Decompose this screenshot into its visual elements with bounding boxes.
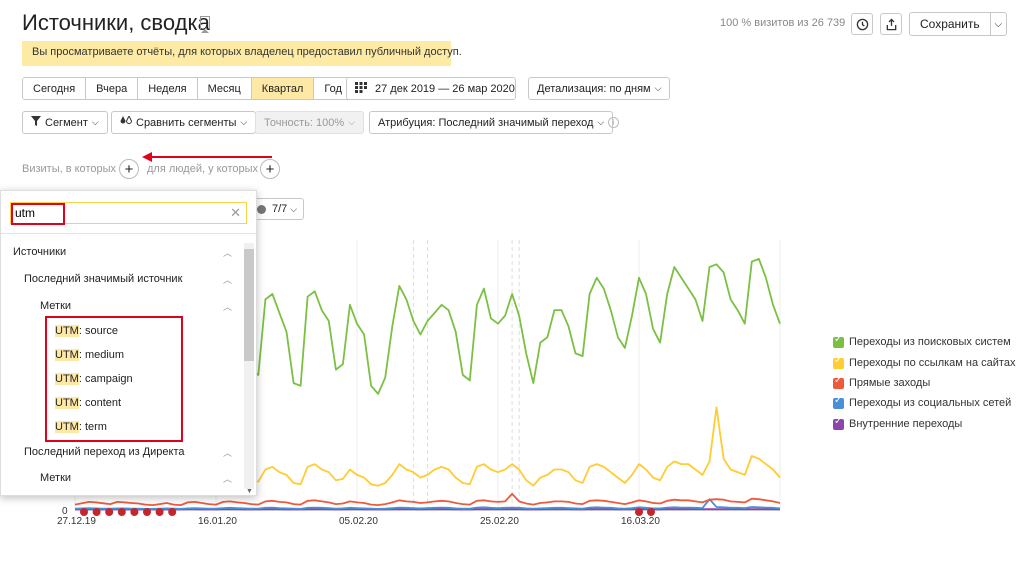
clock-icon[interactable]: [851, 13, 873, 35]
x-tick-label: 27.12.19: [57, 516, 96, 527]
save-button[interactable]: Сохранить ⌵: [909, 12, 1007, 36]
tree-item-direct-last[interactable]: Последний переход из Директа: [24, 446, 185, 458]
compare-segments-button[interactable]: Сравнить сегменты ⌵: [111, 111, 257, 134]
date-range-button[interactable]: 27 дек 2019 — 26 мар 2020: [346, 77, 516, 100]
compare-label: Сравнить сегменты: [136, 116, 237, 129]
tree-item-tags-direct[interactable]: Метки: [40, 472, 71, 484]
scrollbar-thumb[interactable]: [244, 249, 254, 361]
legend-item-direct[interactable]: Прямые заходы: [833, 375, 931, 389]
page-title: Источники, сводка: [22, 10, 210, 35]
tree-item-tags[interactable]: Метки: [40, 300, 71, 312]
chevron-down-icon: ⌵: [240, 117, 248, 127]
clear-icon[interactable]: ✕: [230, 205, 241, 221]
attribution-label: Атрибуция: Последний значимый переход: [378, 116, 594, 129]
bookmark-icon[interactable]: [200, 16, 210, 33]
legend-label: Переходы из социальных сетей: [849, 397, 1012, 409]
attribution-select[interactable]: Атрибуция: Последний значимый переход ⌵: [369, 111, 614, 134]
chevron-down-icon: ⌵: [348, 117, 356, 127]
chevron-up-icon[interactable]: ︿: [223, 472, 232, 485]
filter-icon: [31, 116, 41, 129]
segment-label: Сегмент: [45, 116, 88, 129]
event-marker: [143, 508, 151, 516]
legend-label: Прямые заходы: [849, 377, 931, 389]
series-circle-icon: [257, 204, 266, 214]
accuracy-select: Точность: 100% ⌵: [255, 111, 365, 134]
x-tick-label: 16.01.20: [198, 516, 237, 527]
legend-item-links[interactable]: Переходы по ссылкам на сайтах: [833, 355, 1016, 369]
chevron-down-icon: ⌵: [91, 117, 99, 127]
legend-checkbox[interactable]: [833, 416, 844, 430]
scroll-down-icon[interactable]: ▼: [246, 488, 253, 495]
event-marker: [80, 508, 88, 516]
visits-condition-label: Визиты, в которых: [22, 163, 116, 175]
drops-icon: [120, 114, 133, 129]
info-icon[interactable]: i: [608, 117, 619, 128]
x-tick-label: 25.02.20: [480, 516, 519, 527]
calendar-icon: [355, 81, 367, 96]
event-marker: [92, 508, 101, 516]
legend-checkbox[interactable]: [833, 334, 844, 348]
period-today[interactable]: Сегодня: [23, 78, 87, 99]
period-week[interactable]: Неделя: [138, 78, 198, 99]
event-marker: [155, 508, 164, 516]
divider: [1, 233, 256, 234]
event-marker: [647, 508, 655, 516]
x-tick-label: 05.02.20: [339, 516, 378, 527]
chevron-down-icon: ⌵: [290, 203, 298, 214]
event-marker: [635, 508, 643, 516]
x-tick-label: 16.03.20: [621, 516, 660, 527]
series-count: 7/7: [272, 203, 288, 215]
detail-select[interactable]: Детализация: по дням ⌵: [528, 77, 671, 100]
legend-item-social[interactable]: Переходы из социальных сетей: [833, 395, 1012, 409]
annotation-box-search: [11, 203, 65, 225]
tree-item-last-significant[interactable]: Последний значимый источник: [24, 273, 182, 285]
chevron-down-icon[interactable]: ⌵: [991, 19, 1006, 30]
period-quarter[interactable]: Квартал: [251, 78, 315, 99]
public-access-notice: Вы просматриваете отчёты, для которых вл…: [22, 41, 462, 66]
legend-item-internal[interactable]: Внутренние переходы: [833, 416, 963, 430]
save-button-label: Сохранить: [910, 13, 991, 35]
event-marker: [168, 508, 177, 516]
period-month[interactable]: Месяц: [197, 78, 252, 99]
chevron-up-icon[interactable]: ︿: [223, 273, 232, 286]
legend-checkbox[interactable]: [833, 355, 844, 369]
event-marker: [130, 508, 139, 516]
chevron-down-icon: ⌵: [597, 117, 605, 127]
annotation-arrow: [142, 152, 272, 162]
legend-label: Внутренние переходы: [849, 418, 963, 430]
chevron-down-icon: ⌵: [654, 83, 662, 93]
legend-checkbox[interactable]: [833, 395, 844, 409]
segment-button[interactable]: Сегмент ⌵: [22, 111, 108, 134]
annotation-box-utm: [45, 316, 183, 442]
export-icon[interactable]: [880, 13, 902, 35]
series-selector[interactable]: 7/7 ⌵: [252, 198, 305, 220]
chevron-up-icon[interactable]: ︿: [223, 300, 232, 313]
period-yesterday[interactable]: Вчера: [86, 78, 139, 99]
event-marker: [105, 508, 114, 516]
period-selector: Сегодня Вчера Неделя Месяц Квартал Год: [22, 77, 353, 100]
chevron-up-icon[interactable]: ︿: [223, 246, 232, 259]
legend-item-search[interactable]: Переходы из поисковых систем: [833, 334, 1011, 348]
add-visit-condition-button[interactable]: +: [119, 159, 139, 179]
legend-checkbox[interactable]: [833, 375, 844, 389]
visits-info: 100 % визитов из 26 739: [720, 17, 846, 29]
legend-label: Переходы по ссылкам на сайтах: [849, 357, 1016, 369]
date-range-label: 27 дек 2019 — 26 мар 2020: [375, 82, 515, 95]
people-condition-label: для людей, у которых: [147, 163, 258, 175]
legend-label: Переходы из поисковых систем: [849, 336, 1011, 348]
event-marker: [117, 508, 126, 516]
detail-label: Детализация: по дням: [537, 82, 651, 95]
dimension-dropdown: utm ✕ Источники ︿ Последний значимый ист…: [0, 190, 257, 496]
chevron-up-icon[interactable]: ︿: [223, 446, 232, 459]
accuracy-label: Точность: 100%: [264, 116, 345, 129]
tree-item-sources[interactable]: Источники: [13, 246, 66, 258]
